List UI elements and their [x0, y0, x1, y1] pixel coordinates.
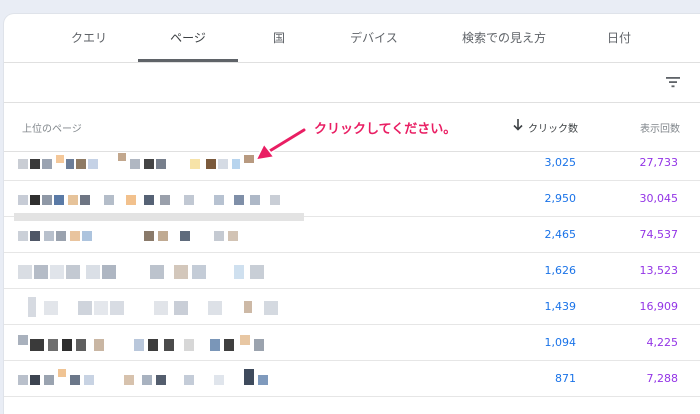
impressions-value: 16,909: [639, 300, 679, 313]
arrow-down-icon[interactable]: [512, 118, 524, 132]
pixelated-page-url: [14, 363, 304, 393]
clicks-value: 1,094: [544, 336, 577, 349]
table-row[interactable]: 871 7,288: [4, 361, 700, 397]
clicks-value: 1,439: [544, 300, 577, 313]
pointer-arrow: [255, 127, 307, 161]
filter-icon[interactable]: [664, 73, 682, 91]
impressions-value: 13,523: [639, 264, 679, 277]
performance-card: クエリ ページ 国 デバイス 検索での見え方 日付 上位のページ クリック数 表…: [4, 14, 700, 414]
header-clicks[interactable]: クリック数: [528, 120, 578, 135]
table-row[interactable]: 1,439 16,909: [4, 289, 700, 325]
impressions-value: 74,537: [639, 228, 679, 241]
header-impressions[interactable]: 表示回数: [640, 120, 680, 135]
annotation-callout: クリックしてください。: [314, 122, 457, 137]
clicks-value: 2,950: [544, 192, 577, 205]
header-top-pages[interactable]: 上位のページ: [22, 120, 82, 135]
tab-search-appearance[interactable]: 検索での見え方: [444, 14, 564, 62]
impressions-value: 7,288: [646, 372, 679, 385]
tab-queries[interactable]: クエリ: [44, 14, 134, 62]
pixelated-page-url: [14, 183, 304, 213]
clicks-value: 2,465: [544, 228, 577, 241]
filter-bar: [4, 63, 700, 103]
active-tab-indicator: [138, 59, 238, 62]
pixelated-page-url: [14, 327, 304, 357]
impressions-value: 30,045: [639, 192, 679, 205]
tab-dates[interactable]: 日付: [584, 14, 654, 62]
clicks-value: 1,626: [544, 264, 577, 277]
impressions-value: 27,733: [639, 156, 679, 169]
table-row[interactable]: 3,025 27,733: [4, 145, 700, 181]
table-row[interactable]: 2,465 74,537: [4, 217, 700, 253]
tab-pages[interactable]: ページ: [138, 14, 238, 62]
impressions-value: 4,225: [646, 336, 679, 349]
tab-devices[interactable]: デバイス: [324, 14, 424, 62]
clicks-value: 871: [555, 372, 576, 385]
pixelated-page-url: [14, 219, 304, 249]
pixelated-page-url: [14, 255, 304, 285]
pixelated-page-url: [14, 291, 304, 321]
table-row[interactable]: 1,626 13,523: [4, 253, 700, 289]
clicks-value: 3,025: [544, 156, 577, 169]
tab-countries[interactable]: 国: [249, 14, 309, 62]
table-row[interactable]: 1,094 4,225: [4, 325, 700, 361]
tab-bar: クエリ ページ 国 デバイス 検索での見え方 日付: [4, 14, 700, 63]
table-row[interactable]: 2,950 30,045: [4, 181, 700, 217]
